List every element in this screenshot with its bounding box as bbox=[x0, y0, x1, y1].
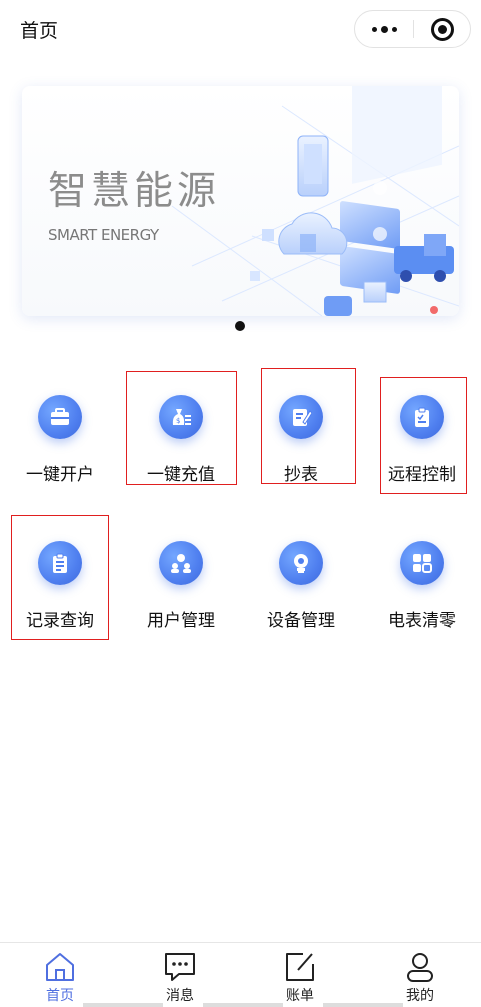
banner-title: 智慧能源 bbox=[48, 169, 221, 214]
tab-divider bbox=[203, 1003, 283, 1007]
grid-item-user-management[interactable]: 用户管理 bbox=[123, 522, 233, 632]
tab-label: 消息 bbox=[166, 988, 194, 1004]
highlight-box bbox=[11, 515, 109, 640]
highlight-box bbox=[380, 377, 467, 494]
tab-messages[interactable]: 消息 bbox=[120, 943, 240, 1007]
briefcase-icon bbox=[38, 395, 82, 439]
grid-item-open-account[interactable]: 一键开户 bbox=[2, 376, 112, 486]
tab-mine[interactable]: 我的 bbox=[360, 943, 480, 1007]
edit-icon bbox=[286, 953, 314, 981]
page-title: 首页 bbox=[20, 20, 59, 42]
grid-item-device-management[interactable]: 设备管理 bbox=[243, 522, 353, 632]
grid-item-meter-reset[interactable]: 电表清零 bbox=[364, 522, 474, 632]
tab-bar: 首页 消息 账单 我的 bbox=[0, 942, 481, 1007]
banner[interactable]: 智慧能源 SMART ENERGY bbox=[22, 86, 459, 316]
highlight-box bbox=[126, 371, 237, 485]
tab-divider bbox=[83, 1003, 163, 1007]
home-icon bbox=[46, 953, 74, 981]
grid-item-label: 用户管理 bbox=[147, 611, 215, 631]
grid-icon bbox=[400, 541, 444, 585]
tab-divider bbox=[323, 1003, 403, 1007]
tab-label: 我的 bbox=[406, 988, 434, 1004]
more-dot-icon bbox=[391, 26, 397, 32]
more-dot-icon bbox=[371, 26, 377, 32]
grid-item-label: 一键开户 bbox=[26, 465, 94, 485]
close-target-icon[interactable] bbox=[431, 18, 454, 41]
more-dot-icon bbox=[380, 25, 388, 33]
more-button[interactable] bbox=[355, 11, 413, 47]
users-icon bbox=[159, 541, 203, 585]
tab-home[interactable]: 首页 bbox=[0, 943, 120, 1007]
message-icon bbox=[165, 953, 195, 981]
highlight-box bbox=[261, 368, 356, 484]
tab-label: 首页 bbox=[46, 988, 74, 1004]
carousel-indicator[interactable] bbox=[235, 321, 245, 331]
tab-bills[interactable]: 账单 bbox=[240, 943, 360, 1007]
mini-program-capsule bbox=[354, 10, 471, 48]
banner-subtitle: SMART ENERGY bbox=[48, 226, 159, 244]
user-icon bbox=[407, 953, 433, 982]
gear-bulb-icon bbox=[279, 541, 323, 585]
grid-item-label: 设备管理 bbox=[267, 611, 335, 631]
grid-item-label: 电表清零 bbox=[388, 611, 456, 631]
tab-label: 账单 bbox=[286, 988, 314, 1004]
capsule-divider bbox=[413, 20, 414, 38]
